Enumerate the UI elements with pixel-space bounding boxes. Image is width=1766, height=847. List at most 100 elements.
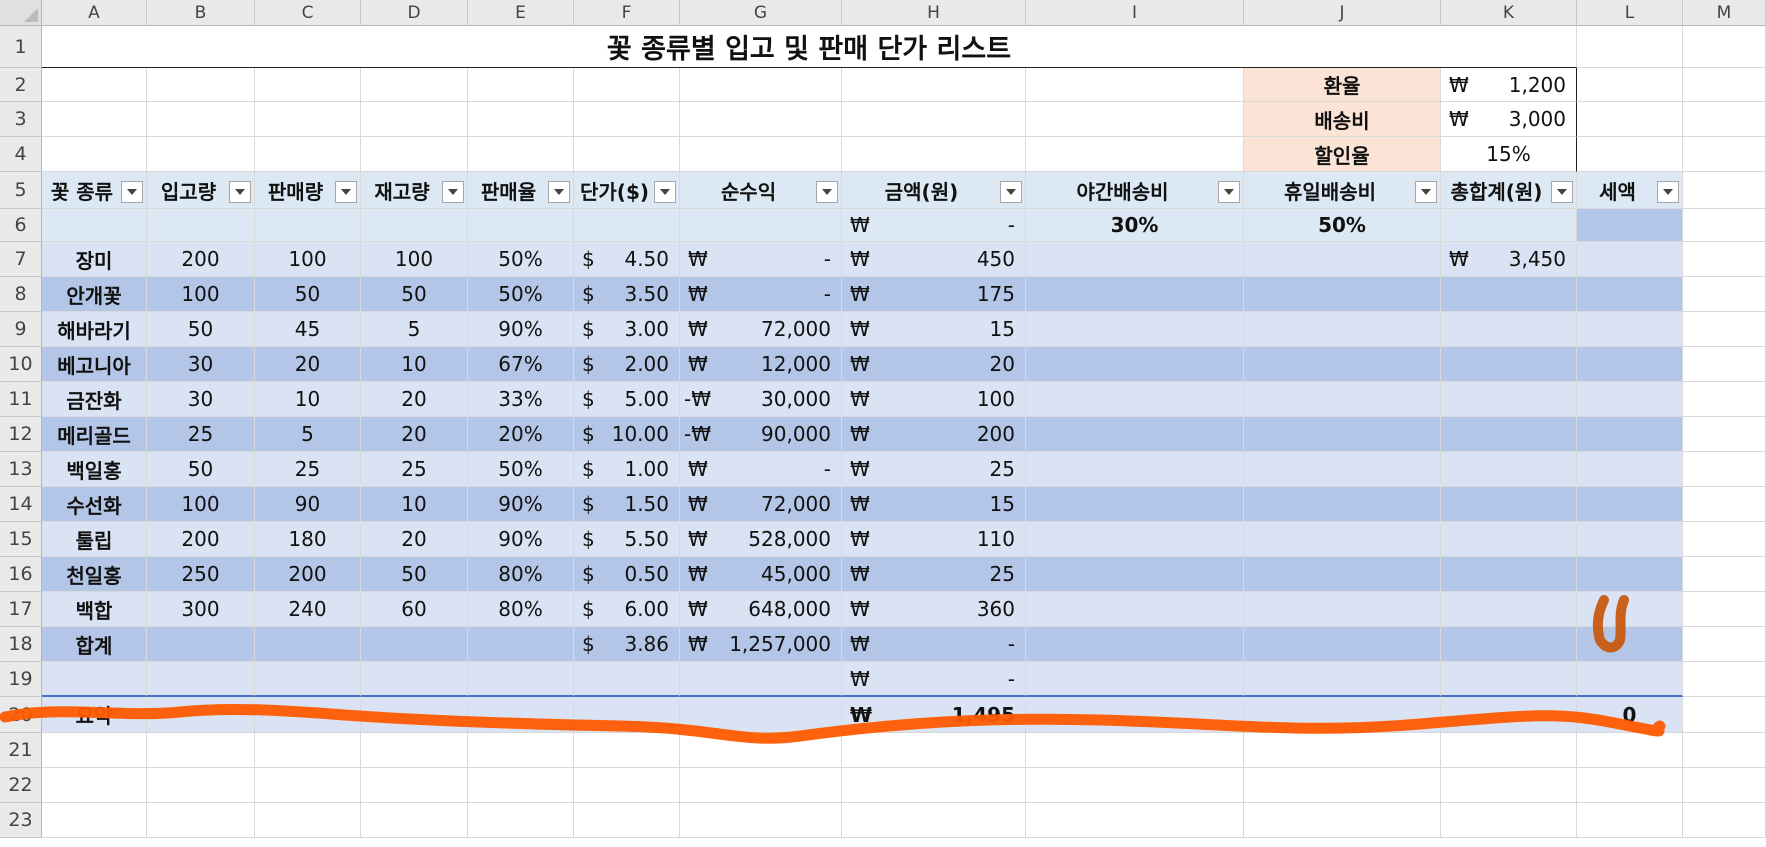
cell-L3[interactable] — [1577, 102, 1683, 137]
cell-B3[interactable] — [147, 102, 255, 137]
sold[interactable]: 90 — [255, 487, 361, 522]
row-header-17[interactable]: 17 — [0, 592, 42, 627]
flower-name[interactable]: 해바라기 — [42, 312, 147, 347]
sales-rate[interactable]: 90% — [468, 312, 574, 347]
sold[interactable]: 25 — [255, 452, 361, 487]
unit-price[interactable]: $1.50 — [574, 487, 680, 522]
cell-L8[interactable] — [1577, 277, 1683, 312]
cell-K22[interactable] — [1441, 768, 1577, 803]
cell-F3[interactable] — [574, 102, 680, 137]
cell-J11[interactable] — [1244, 382, 1441, 417]
cell-L21[interactable] — [1577, 733, 1683, 768]
grand-total[interactable] — [1441, 312, 1577, 347]
cell-M17[interactable] — [1683, 592, 1766, 627]
cell-I12[interactable] — [1026, 417, 1244, 452]
cell-C20[interactable] — [255, 697, 361, 733]
cell-M14[interactable] — [1683, 487, 1766, 522]
column-header-H[interactable]: H — [842, 0, 1026, 26]
cell-B23[interactable] — [147, 803, 255, 838]
cell-A4[interactable] — [42, 137, 147, 172]
cell-L9[interactable] — [1577, 312, 1683, 347]
stock-in[interactable]: 250 — [147, 557, 255, 592]
cell-L6[interactable] — [1577, 209, 1683, 242]
cell-B19[interactable] — [147, 662, 255, 697]
column-header-J[interactable]: J — [1244, 0, 1441, 26]
flower-name[interactable]: 천일홍 — [42, 557, 147, 592]
cell-L17[interactable] — [1577, 592, 1683, 627]
cell-A22[interactable] — [42, 768, 147, 803]
cell-J23[interactable] — [1244, 803, 1441, 838]
grand-total[interactable] — [1441, 557, 1577, 592]
cell-I15[interactable] — [1026, 522, 1244, 557]
stock-in[interactable]: 100 — [147, 277, 255, 312]
cell-L13[interactable] — [1577, 452, 1683, 487]
stock[interactable]: 25 — [361, 452, 468, 487]
cell-M12[interactable] — [1683, 417, 1766, 452]
stock-in[interactable]: 200 — [147, 522, 255, 557]
row-header-2[interactable]: 2 — [0, 68, 42, 102]
cell-J10[interactable] — [1244, 347, 1441, 382]
row-header-12[interactable]: 12 — [0, 417, 42, 452]
cell-K6[interactable] — [1441, 209, 1577, 242]
cell-I16[interactable] — [1026, 557, 1244, 592]
cell-J9[interactable] — [1244, 312, 1441, 347]
cell-M23[interactable] — [1683, 803, 1766, 838]
cell-M18[interactable] — [1683, 627, 1766, 662]
table-header[interactable]: 입고량 — [147, 172, 255, 209]
cell-G21[interactable] — [680, 733, 842, 768]
cell-M19[interactable] — [1683, 662, 1766, 697]
row-header-11[interactable]: 11 — [0, 382, 42, 417]
cell-M9[interactable] — [1683, 312, 1766, 347]
amount-krw[interactable]: ₩25 — [842, 557, 1026, 592]
cell-C2[interactable] — [255, 68, 361, 102]
cell-J20[interactable] — [1244, 697, 1441, 733]
unit-price[interactable]: $6.00 — [574, 592, 680, 627]
filter-dropdown-icon[interactable] — [442, 181, 464, 203]
cell-I4[interactable] — [1026, 137, 1244, 172]
flower-name[interactable]: 수선화 — [42, 487, 147, 522]
sales-rate[interactable]: 50% — [468, 242, 574, 277]
cell-D4[interactable] — [361, 137, 468, 172]
cell-H19[interactable]: ₩ - — [842, 662, 1026, 697]
cell-M6[interactable] — [1683, 209, 1766, 242]
cell-C6[interactable] — [255, 209, 361, 242]
grand-total[interactable] — [1441, 592, 1577, 627]
cell-L18[interactable] — [1577, 627, 1683, 662]
param-label[interactable]: 환율 — [1244, 68, 1441, 102]
cell-D23[interactable] — [361, 803, 468, 838]
cell-I3[interactable] — [1026, 102, 1244, 137]
row-header-20[interactable]: 20 — [0, 697, 42, 733]
unit-price[interactable]: $3.00 — [574, 312, 680, 347]
table-header[interactable]: 총합계(원) — [1441, 172, 1577, 209]
cell-E4[interactable] — [468, 137, 574, 172]
cell-C4[interactable] — [255, 137, 361, 172]
stock-in[interactable]: 30 — [147, 347, 255, 382]
cell-M20[interactable] — [1683, 697, 1766, 733]
cell-M21[interactable] — [1683, 733, 1766, 768]
unit-price[interactable]: $10.00 — [574, 417, 680, 452]
table-header[interactable]: 순수익 — [680, 172, 842, 209]
cell-I2[interactable] — [1026, 68, 1244, 102]
cell-L11[interactable] — [1577, 382, 1683, 417]
cell-M22[interactable] — [1683, 768, 1766, 803]
net-profit[interactable]: ₩528,000 — [680, 522, 842, 557]
cell-D22[interactable] — [361, 768, 468, 803]
cell-J12[interactable] — [1244, 417, 1441, 452]
sales-rate[interactable]: 80% — [468, 557, 574, 592]
cell-I18[interactable] — [1026, 627, 1244, 662]
grand-total[interactable] — [1441, 417, 1577, 452]
cell-H21[interactable] — [842, 733, 1026, 768]
cell-F20[interactable] — [574, 697, 680, 733]
net-profit[interactable]: ₩ - — [680, 277, 842, 312]
sold[interactable]: 20 — [255, 347, 361, 382]
cell-M15[interactable] — [1683, 522, 1766, 557]
cell-D6[interactable] — [361, 209, 468, 242]
table-header[interactable]: 재고량 — [361, 172, 468, 209]
cell-B18[interactable] — [147, 627, 255, 662]
flower-name[interactable]: 백합 — [42, 592, 147, 627]
amount-krw[interactable]: ₩25 — [842, 452, 1026, 487]
cell-F21[interactable] — [574, 733, 680, 768]
grand-total[interactable] — [1441, 277, 1577, 312]
stock-in[interactable]: 50 — [147, 312, 255, 347]
cell-I22[interactable] — [1026, 768, 1244, 803]
